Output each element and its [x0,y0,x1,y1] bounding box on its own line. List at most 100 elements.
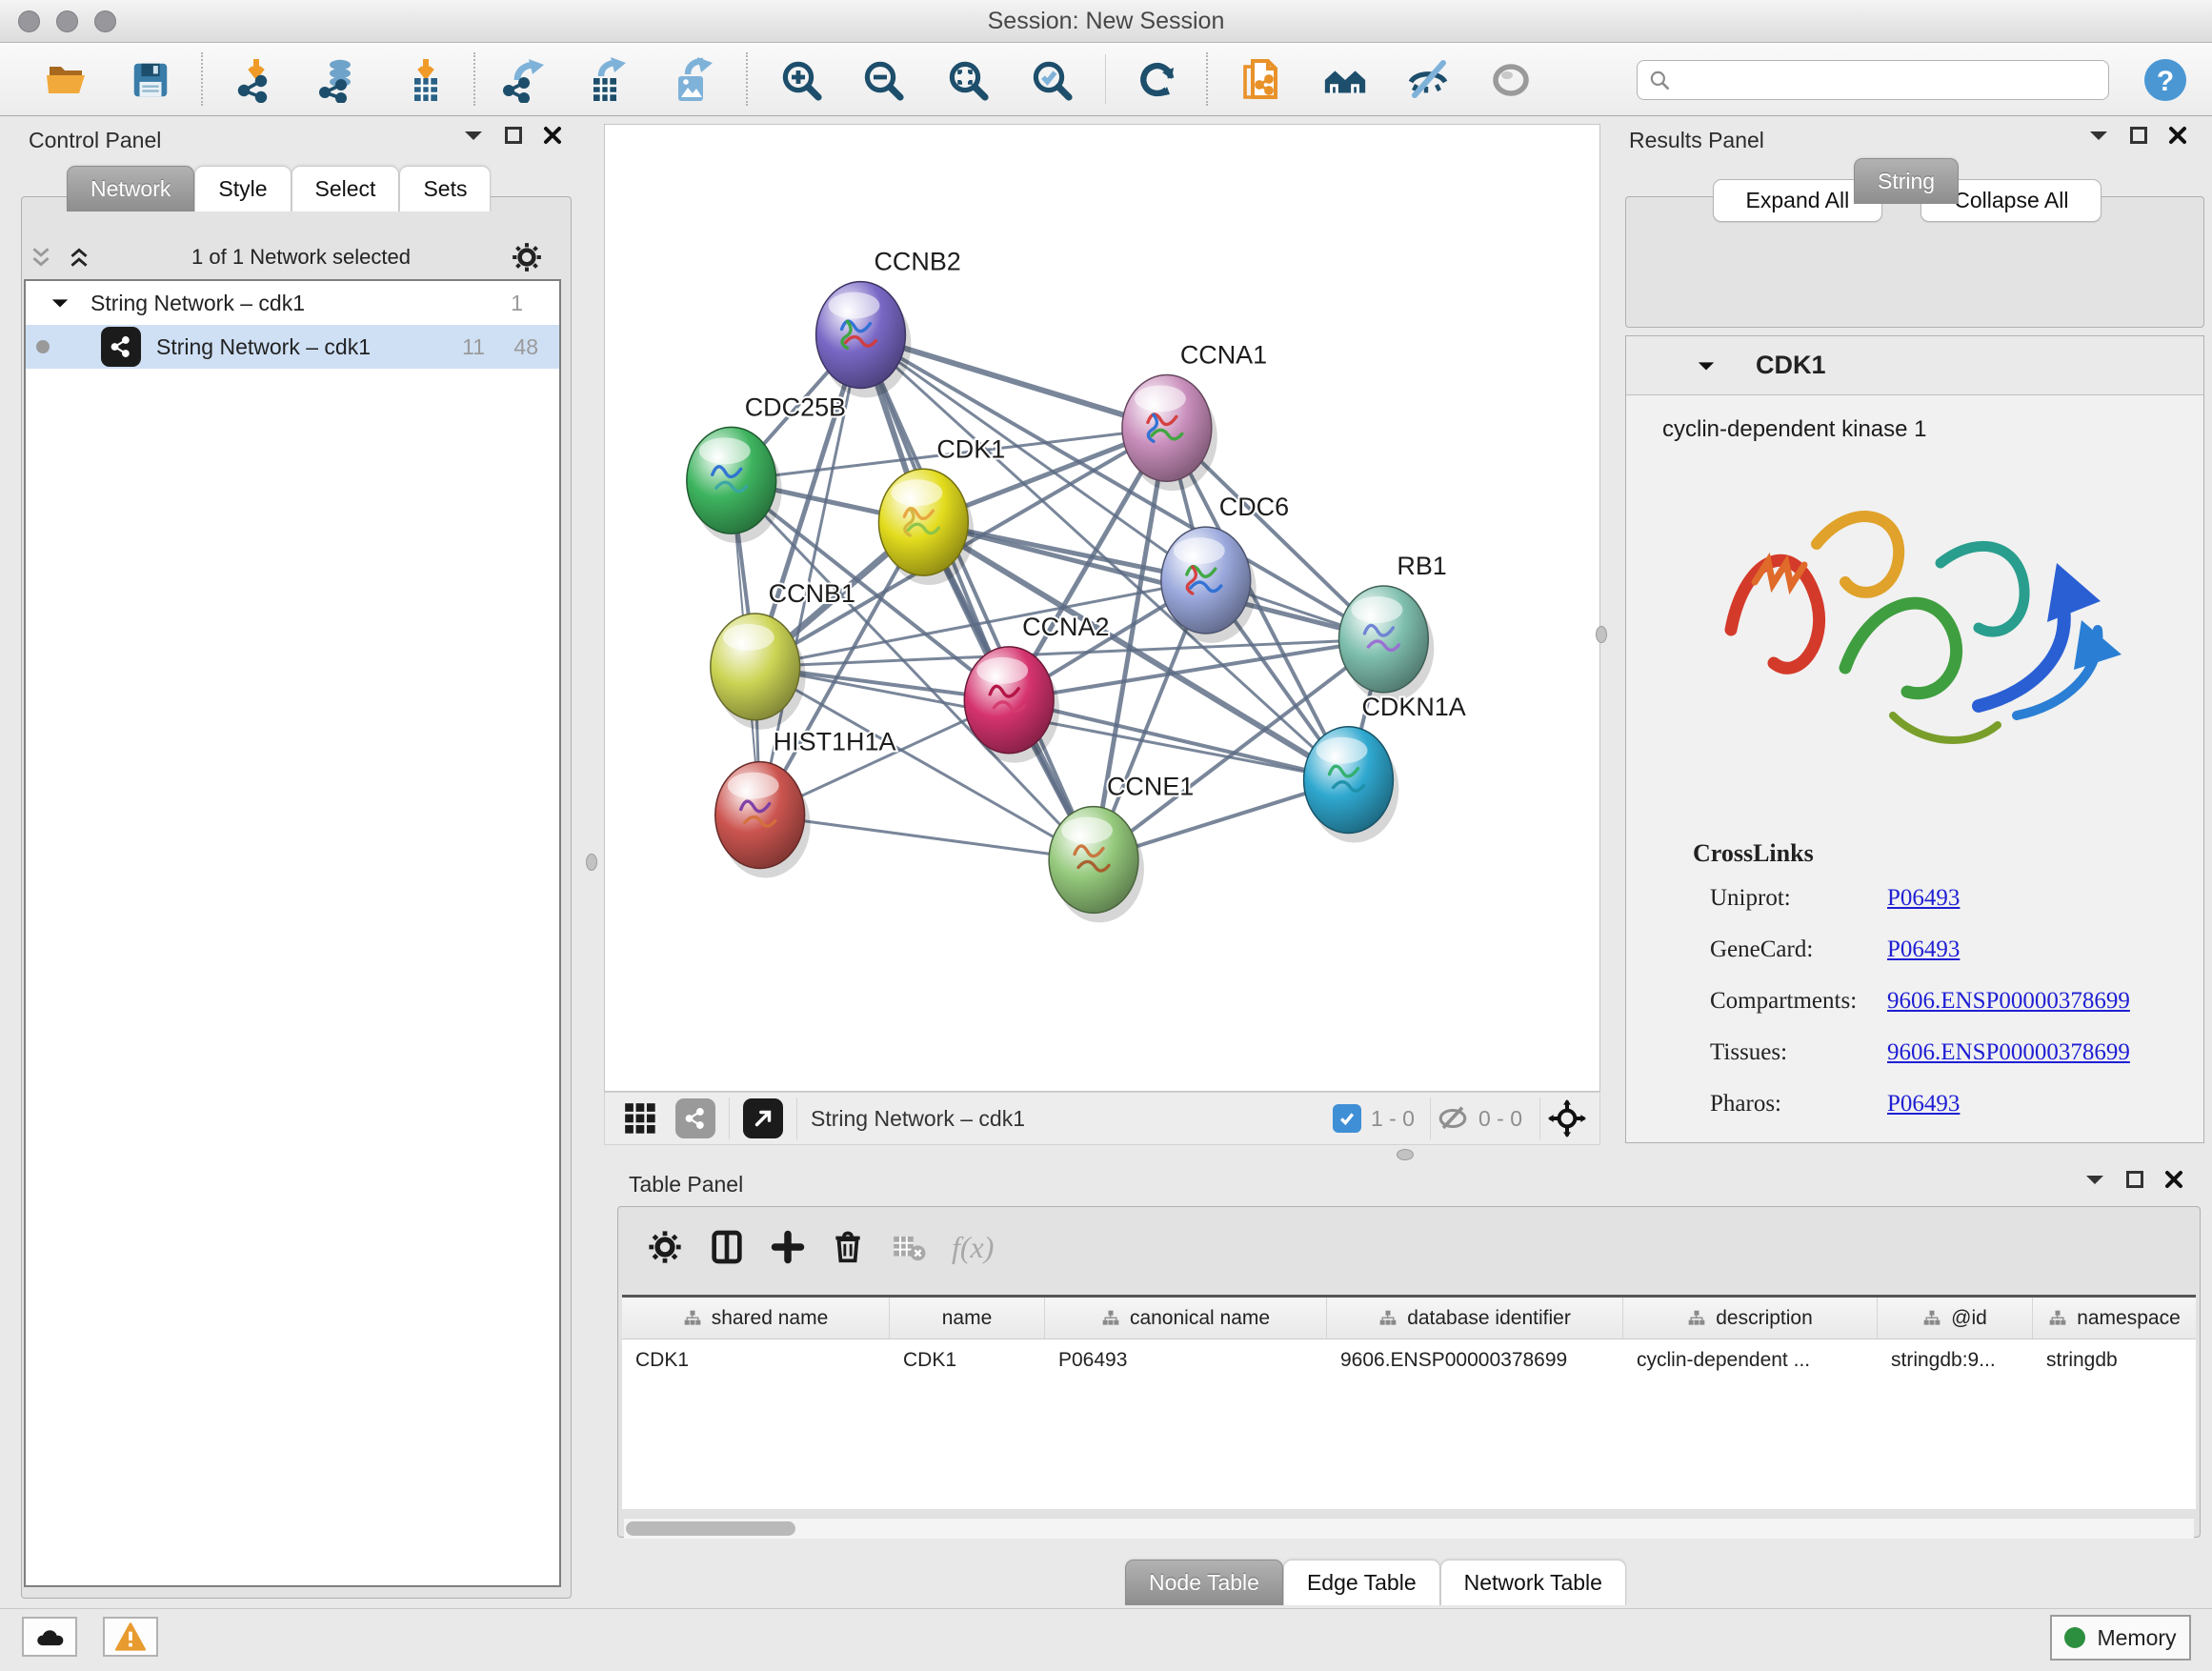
column-header[interactable]: namespace [2033,1298,2196,1339]
collapse-panel-icon[interactable] [463,129,484,142]
tree-expand-icon[interactable] [50,296,70,310]
section-collapse-icon[interactable] [1697,359,1716,372]
open-session-icon[interactable] [43,56,90,104]
refresh-icon[interactable] [1134,56,1181,104]
network-node-CDKN1A[interactable] [1304,727,1394,834]
zoom-out-icon[interactable] [859,56,907,104]
crosslink-link[interactable]: P06493 [1887,885,1960,912]
table-cell[interactable]: CDK1 [890,1339,1045,1383]
expand-all-networks-icon[interactable] [67,245,91,270]
network-node-CDC6[interactable] [1161,527,1251,634]
search-input[interactable] [1672,68,2081,92]
float-panel-icon[interactable] [2126,1171,2143,1188]
fit-selected-crosshair-icon[interactable] [1548,1099,1586,1137]
export-table-icon[interactable] [583,56,631,104]
table-cell[interactable]: stringdb [2033,1339,2196,1383]
first-neighbors-icon[interactable] [1321,56,1369,104]
hidden-eye-icon[interactable] [1437,1102,1469,1135]
crosslink-row: Compartments:9606.ENSP00000378699 [1693,988,2203,1015]
memory-button[interactable]: Memory [2050,1615,2191,1661]
network-node-CCNA1[interactable] [1122,374,1212,481]
table-cell[interactable]: stringdb:9... [1878,1339,2033,1383]
network-canvas[interactable]: CCNB2CCNA1CDC25BCDK1CDC6RB1CCNB1CCNA2CDK… [604,124,1600,1092]
table-cell[interactable]: cyclin-dependent ... [1623,1339,1878,1383]
toolbar-search[interactable] [1637,60,2109,100]
open-in-string-web-icon[interactable] [1237,56,1284,104]
show-columns-icon[interactable] [708,1228,746,1266]
close-panel-icon[interactable] [543,126,562,145]
crosslink-link[interactable]: P06493 [1887,1091,1960,1117]
zoom-fit-icon[interactable] [944,56,992,104]
crosslink-link[interactable]: P06493 [1887,936,1960,963]
table-row[interactable]: CDK1 CDK1 P06493 9606.ENSP00000378699 cy… [622,1339,2196,1383]
network-node-CCNB2[interactable] [816,282,906,389]
tab-string[interactable]: String [1854,158,1959,204]
tab-node-table[interactable]: Node Table [1125,1560,1283,1605]
column-header[interactable]: description [1623,1298,1878,1339]
table-cell[interactable]: 9606.ENSP00000378699 [1327,1339,1623,1383]
import-network-file-icon[interactable] [234,56,282,104]
column-header[interactable]: name [890,1298,1045,1339]
birdseye-grid-icon[interactable] [622,1100,658,1137]
network-collection-row[interactable]: String Network – cdk1 1 [26,281,559,325]
save-session-icon[interactable] [127,56,174,104]
close-panel-icon[interactable] [2164,1170,2183,1189]
help-icon[interactable]: ? [2142,56,2189,104]
show-all-icon[interactable] [1487,56,1535,104]
crosslink-link[interactable]: 9606.ENSP00000378699 [1887,988,2130,1015]
warning-status-button[interactable] [103,1617,158,1657]
crosslink-link[interactable]: 9606.ENSP00000378699 [1887,1039,2130,1066]
create-column-icon[interactable] [771,1230,805,1264]
float-panel-icon[interactable] [505,127,522,144]
network-node-CCNB1[interactable] [711,614,800,720]
float-panel-icon[interactable] [2130,127,2147,144]
network-node-CCNA2[interactable] [964,647,1054,754]
network-node-CCNE1[interactable] [1049,807,1138,914]
export-view-icon[interactable] [743,1098,783,1138]
gene-section-header[interactable]: CDK1 [1626,336,2203,395]
table-options-gear-icon[interactable] [647,1229,683,1265]
delete-column-icon[interactable] [830,1229,866,1265]
export-image-icon[interactable] [668,56,715,104]
scrollbar-thumb[interactable] [626,1521,795,1536]
collapse-all-networks-icon[interactable] [29,245,53,270]
zoom-selected-icon[interactable] [1028,56,1076,104]
tab-edge-table[interactable]: Edge Table [1283,1560,1440,1605]
horizontal-scrollbar[interactable] [624,1518,2194,1539]
tab-network[interactable]: Network [67,166,194,211]
network-node-CDC25B[interactable] [687,427,776,534]
string-share-icon[interactable] [675,1098,715,1138]
export-network-icon[interactable] [501,56,549,104]
node-label-CDC6: CDC6 [1219,493,1289,521]
delete-table-icon[interactable] [891,1229,927,1265]
network-node-CDK1[interactable] [878,469,968,575]
network-options-gear-icon[interactable] [511,241,543,273]
node-label-CDKN1A: CDKN1A [1361,693,1465,721]
column-header[interactable]: canonical name [1045,1298,1327,1339]
import-network-database-icon[interactable] [314,56,362,104]
hide-selected-icon[interactable] [1404,56,1452,104]
node-label-CCNA2: CCNA2 [1022,613,1109,641]
network-node-RB1[interactable] [1339,586,1429,693]
table-cell[interactable]: CDK1 [622,1339,890,1383]
cloud-status-button[interactable] [22,1617,77,1657]
right-splitter-handle[interactable] [1596,626,1607,643]
column-header[interactable]: shared name [622,1298,890,1339]
column-header[interactable]: database identifier [1327,1298,1623,1339]
function-builder-icon[interactable]: f(x) [952,1230,994,1265]
close-panel-icon[interactable] [2168,126,2187,145]
zoom-in-icon[interactable] [777,56,825,104]
network-node-HIST1H1A[interactable] [715,762,805,869]
tab-network-table[interactable]: Network Table [1440,1560,1626,1605]
tab-sets[interactable]: Sets [399,166,491,211]
collapse-panel-icon[interactable] [2084,1173,2105,1186]
collapse-panel-icon[interactable] [2088,129,2109,142]
import-table-icon[interactable] [402,56,450,104]
network-row[interactable]: String Network – cdk1 11 48 [26,325,559,369]
tab-select[interactable]: Select [292,166,400,211]
left-splitter-handle[interactable] [586,854,597,871]
tab-style[interactable]: Style [194,166,291,211]
column-header[interactable]: @id [1878,1298,2033,1339]
selected-checkbox-icon[interactable] [1333,1104,1361,1133]
table-cell[interactable]: P06493 [1045,1339,1327,1383]
